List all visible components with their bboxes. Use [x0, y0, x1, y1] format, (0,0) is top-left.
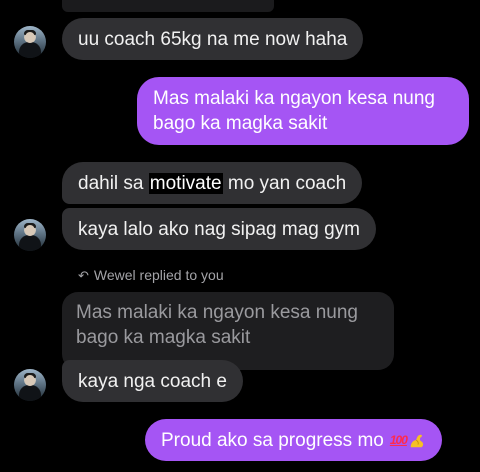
message-text: kaya lalo ako nag sipag mag gym [78, 219, 360, 240]
quoted-message[interactable]: Mas malaki ka ngayon kesa nung bago ka m… [62, 292, 394, 370]
quoted-text-line: Mas malaki ka ngayon kesa nung [76, 302, 358, 323]
incoming-message[interactable]: kaya nga coach e [62, 360, 243, 402]
highlighted-word: motivate [148, 173, 223, 194]
incoming-message[interactable]: uu coach 65kg na me now haha [62, 18, 364, 60]
reply-label-text: Wewel replied to you [93, 267, 224, 283]
quoted-text-line: bago ka magka sakit [76, 327, 251, 348]
incoming-message[interactable]: dahil sa motivate mo yan coach [62, 162, 363, 204]
incoming-message[interactable]: kaya lalo ako nag sipag mag gym [62, 208, 376, 250]
hundred-points-emoji: 100 [389, 433, 408, 448]
avatar[interactable] [14, 26, 46, 58]
reply-indicator: ↶ Wewel replied to you [78, 266, 224, 285]
message-text-line: Mas malaki ka ngayon kesa nung [153, 88, 435, 109]
reply-arrow-icon: ↶ [78, 268, 89, 283]
message-text: uu coach 65kg na me now haha [78, 29, 348, 50]
chat-thread: uu coach 65kg na me now haha Mas malaki … [0, 0, 480, 472]
previous-message-edge [62, 0, 274, 12]
message-text: Proud ako sa progress mo [161, 430, 384, 451]
avatar[interactable] [14, 219, 46, 251]
outgoing-message[interactable]: Proud ako sa progress mo 100 [145, 419, 442, 461]
outgoing-message[interactable]: Mas malaki ka ngayon kesa nung bago ka m… [137, 77, 469, 145]
message-text: dahil sa [78, 173, 149, 194]
message-text: mo yan coach [222, 173, 347, 194]
message-text: kaya nga coach e [78, 371, 227, 392]
flexed-biceps-emoji [410, 434, 424, 448]
avatar[interactable] [14, 369, 46, 401]
message-text-line: bago ka magka sakit [153, 113, 328, 134]
